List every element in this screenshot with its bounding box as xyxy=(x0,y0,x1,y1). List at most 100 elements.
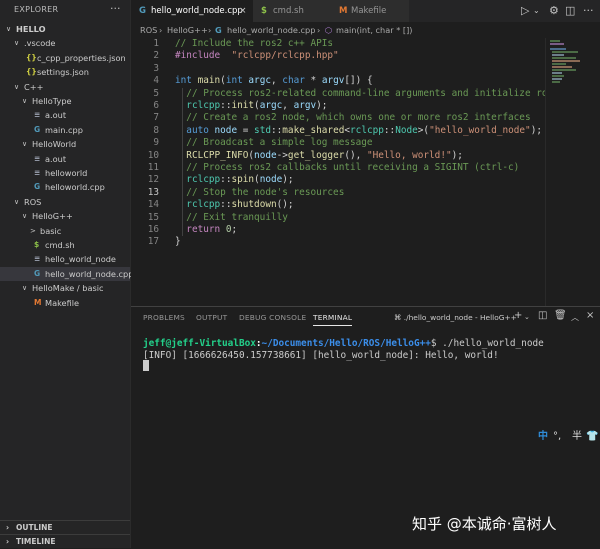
ime-indicator[interactable]: 中 °, 半 👕 xyxy=(534,429,600,445)
code-editor[interactable]: 1 // Include the ros2 c++ APIs 2 #include "… xyxy=(131,38,553,306)
code-line: 8 auto node = std::make_shared<rclcpp::N… xyxy=(131,125,545,137)
code-line: 4 int main(int argc, char * argv[]) { xyxy=(131,75,545,87)
tree-item-label: main.cpp xyxy=(45,124,83,135)
code-text: rclcpp::shutdown(); xyxy=(186,199,294,211)
code-text: int main(int argc, char * argv[]) { xyxy=(175,75,373,87)
chevron-right-icon: › xyxy=(208,25,212,35)
tree-item[interactable]: {} c_cpp_properties.json xyxy=(0,51,130,65)
tree-item[interactable]: Gmain.cpp xyxy=(0,123,130,137)
code-line: 7 // Create a ros2 node, which owns one … xyxy=(131,112,545,124)
file-icon: {} xyxy=(26,67,37,77)
file-icon: $ xyxy=(261,6,267,16)
code-line: 1 // Include the ros2 c++ APIs xyxy=(131,38,545,50)
tree-item[interactable]: ∨ C++ xyxy=(0,80,130,94)
tree-item[interactable]: Ghelloworld.cpp xyxy=(0,180,130,194)
chevron-down-icon[interactable]: ⌄ xyxy=(533,6,540,15)
code-text: rclcpp::spin(node); xyxy=(186,174,294,186)
code-text: // Broadcast a simple log message xyxy=(186,137,373,149)
tree-item[interactable]: ∨ HelloType xyxy=(0,94,130,108)
ime-punct: °, xyxy=(553,431,562,442)
tree-item[interactable]: $ cmd.sh xyxy=(0,238,130,252)
code-text: RCLCPP_INFO(node->get_logger(), "Hello, … xyxy=(186,149,463,161)
code-line: 13 // Stop the node's resources xyxy=(131,187,545,199)
tree-item[interactable]: ≡ a.out xyxy=(0,152,130,166)
more-actions-icon[interactable]: ··· xyxy=(583,4,594,17)
panel-tab-debug-console[interactable]: DEBUG CONSOLE xyxy=(239,313,306,322)
shirt-icon: 👕 xyxy=(586,431,599,442)
chevron-up-icon[interactable]: ︿ xyxy=(571,312,579,323)
line-number: 7 xyxy=(153,112,159,124)
panel-tab-terminal[interactable]: TERMINAL xyxy=(313,313,353,326)
terminal-select[interactable]: ⌘ ./hello_world_node - HelloG++ xyxy=(394,313,517,322)
line-number: 14 xyxy=(147,199,159,211)
more-actions-icon[interactable]: ··· xyxy=(110,2,121,15)
chevron-right-icon: › xyxy=(6,523,10,532)
tree-item-label: hello_world_node.cpp xyxy=(45,268,134,279)
tree-item[interactable]: ∨ HelloG++ xyxy=(0,209,130,223)
minimap[interactable] xyxy=(545,38,600,306)
code-line: 6 rclcpp::init(argc, argv); xyxy=(131,100,545,112)
split-terminal-icon[interactable]: ◫ xyxy=(538,310,547,321)
breadcrumb-item[interactable]: HelloG++ xyxy=(167,22,208,38)
outline-section[interactable]: › OUTLINE xyxy=(0,520,130,535)
editor-tab[interactable]: M Makefile xyxy=(331,0,410,22)
tree-item[interactable]: ≡ hello_world_node xyxy=(0,252,130,266)
ime-half: 半 xyxy=(572,431,582,442)
chevron-right-icon: › xyxy=(317,25,321,35)
tab-label: hello_world_node.cpp xyxy=(151,6,243,16)
close-icon[interactable]: × xyxy=(239,0,247,22)
line-number: 6 xyxy=(153,100,159,111)
explorer-title: EXPLORER xyxy=(14,5,59,14)
line-number: 17 xyxy=(147,236,159,248)
tree-item[interactable]: {} settings.json xyxy=(0,65,130,79)
close-icon[interactable]: × xyxy=(586,310,594,321)
split-editor-icon[interactable]: ◫ xyxy=(565,4,575,17)
code-line: 11 // Process ros2 callbacks until recei… xyxy=(131,162,545,174)
tree-item-label: settings.json xyxy=(37,67,89,78)
code-text: auto node = std::make_shared<rclcpp::Nod… xyxy=(186,124,542,136)
tree-item[interactable]: ∨ HELLO xyxy=(0,22,130,36)
chevron-down-icon: ∨ xyxy=(22,284,28,293)
line-number: 2 xyxy=(153,50,159,62)
trash-icon[interactable]: 🗑 xyxy=(554,310,567,321)
explorer-sidebar: EXPLORER ··· ∨ HELLO ∨ .vscode {} c_cpp_prope… xyxy=(0,0,134,549)
tree-item[interactable]: ∨ .vscode xyxy=(0,36,130,50)
tree-item-label: c_cpp_properties.json xyxy=(37,52,126,63)
file-icon: G xyxy=(34,268,41,278)
tree-item[interactable]: M Makefile xyxy=(0,296,130,310)
tree-item-label: helloworld xyxy=(45,168,88,178)
add-terminal-icon[interactable]: + xyxy=(514,310,522,321)
file-icon: ≡ xyxy=(34,153,41,163)
chevron-right-icon: › xyxy=(159,25,163,35)
run-debug-icon[interactable]: ▷ xyxy=(521,4,529,17)
tree-item[interactable]: ∨ HelloMake / basic xyxy=(0,281,130,295)
breadcrumb-item[interactable]: main(int, char * []) xyxy=(336,22,413,38)
breadcrumb-item[interactable]: hello_world_node.cpp xyxy=(227,22,315,38)
breadcrumb-item[interactable]: ROS xyxy=(140,22,157,38)
line-number: 9 xyxy=(153,137,159,149)
code-line: 2 #include "rclcpp/rclcpp.hpp" xyxy=(131,50,545,62)
code-text: // Process ros2-related command-line arg… xyxy=(186,87,554,99)
watermark: 知乎 @本诚命·富树人 xyxy=(412,515,557,533)
editor-tab[interactable]: Ghello_world_node.cpp × xyxy=(131,0,254,22)
timeline-section[interactable]: › TIMELINE xyxy=(0,534,130,549)
terminal-command: $ ./hello_world_node xyxy=(430,338,544,349)
editor-tab[interactable]: $ cmd.sh xyxy=(253,0,332,22)
method-icon: ⬡ xyxy=(325,25,333,35)
tree-item[interactable]: Ghello_world_node.cpp xyxy=(0,266,134,281)
indent-guide xyxy=(182,87,183,237)
tree-item[interactable]: ≡ helloworld xyxy=(0,166,130,180)
tree-item[interactable]: ∨ HelloWorld xyxy=(0,137,130,151)
chevron-down-icon: ∨ xyxy=(6,25,12,33)
tree-item[interactable]: ∨ ROS xyxy=(0,195,130,209)
tree-item[interactable]: ≡ a.out xyxy=(0,108,130,122)
file-icon: {} xyxy=(26,52,37,62)
chevron-down-icon[interactable]: ⌄ xyxy=(524,313,530,321)
panel-tab-output[interactable]: OUTPUT xyxy=(196,313,227,322)
panel-tab-problems[interactable]: PROBLEMS xyxy=(143,313,185,322)
code-text: } xyxy=(175,236,181,248)
gear-icon[interactable]: ⚙ xyxy=(549,4,559,17)
prompt-user: jeff@jeff-VirtualBox xyxy=(143,338,256,349)
tree-item[interactable]: > basic xyxy=(0,224,130,238)
terminal-select-label: ./hello_world_node - HelloG++ xyxy=(403,313,517,322)
